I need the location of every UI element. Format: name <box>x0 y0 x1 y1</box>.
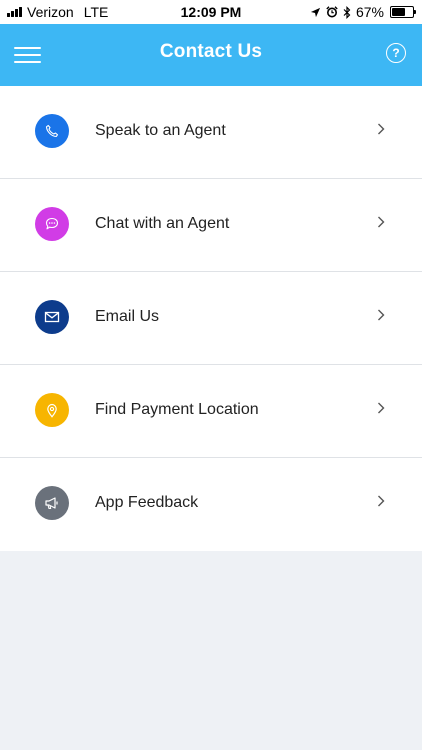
help-button[interactable]: ? <box>386 43 406 63</box>
location-pin-icon <box>47 403 57 418</box>
chat-bubble-icon <box>45 217 59 230</box>
find-payment-location-label: Find Payment Location <box>95 401 259 418</box>
chevron-right-icon <box>378 495 385 507</box>
envelope-icon-badge <box>35 300 69 334</box>
location-arrow-icon <box>310 7 321 17</box>
app-feedback-label: App Feedback <box>95 494 199 511</box>
app-feedback-row[interactable]: App Feedback <box>0 458 422 551</box>
speak-to-agent-label: Speak to an Agent <box>95 122 226 139</box>
bluetooth-icon <box>343 5 351 19</box>
chat-with-agent-label: Chat with an Agent <box>95 215 230 232</box>
phone-icon <box>45 124 59 138</box>
page-title: Contact Us <box>159 41 263 62</box>
chevron-right-icon <box>378 216 385 228</box>
status-bar: Verizon LTE 12:09 PM 67% <box>0 0 422 24</box>
chevron-right-icon <box>378 402 385 414</box>
contact-options-list: Speak to an Agent Chat with an Agent Ema… <box>0 86 422 551</box>
battery-percent: 67% <box>355 4 384 20</box>
envelope-icon <box>44 311 60 323</box>
alarm-clock-icon <box>326 6 338 18</box>
question-mark-icon: ? <box>392 46 400 60</box>
megaphone-icon <box>45 497 58 510</box>
phone-icon-badge <box>35 114 69 148</box>
email-us-row[interactable]: Email Us <box>0 272 422 365</box>
find-payment-location-row[interactable]: Find Payment Location <box>0 365 422 458</box>
speak-to-agent-row[interactable]: Speak to an Agent <box>0 86 422 179</box>
app-header: Contact Us ? <box>0 24 422 86</box>
megaphone-icon-badge <box>35 486 69 520</box>
status-right: 67% <box>310 4 416 20</box>
chat-icon-badge <box>35 207 69 241</box>
battery-level-fill <box>392 8 406 16</box>
chevron-right-icon <box>378 123 385 135</box>
battery-icon <box>390 6 416 18</box>
location-icon-badge <box>35 393 69 427</box>
chat-with-agent-row[interactable]: Chat with an Agent <box>0 179 422 272</box>
chevron-right-icon <box>378 309 385 321</box>
email-us-label: Email Us <box>95 308 160 325</box>
